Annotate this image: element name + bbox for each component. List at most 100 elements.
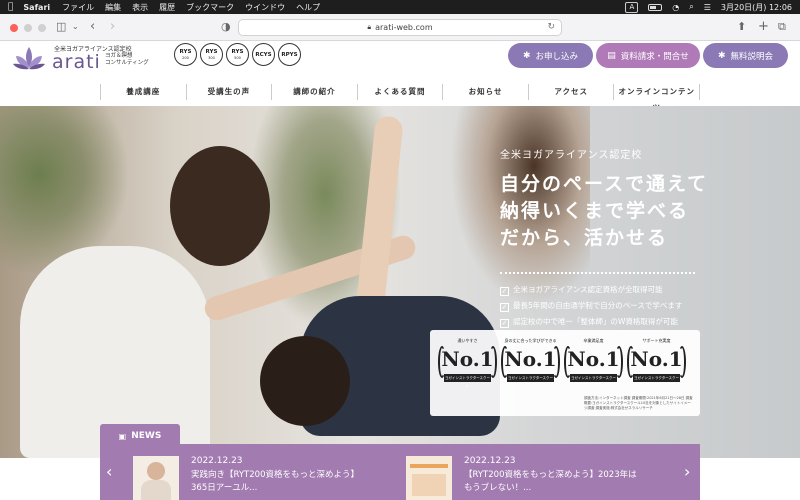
menubar-status-area: A ◔ ⌕ ☰ 3月20日(月) 12:06 <box>625 1 792 13</box>
award-ribbon: ヨガインストラクタースクール <box>444 374 491 388</box>
badge-code: RPYS <box>281 51 298 58</box>
news-thumbnail[interactable] <box>406 456 452 500</box>
zoom-window-icon[interactable] <box>38 24 46 32</box>
new-tab-icon[interactable]: + <box>758 20 769 34</box>
hero-title-line3: だから、活かせる <box>500 227 669 249</box>
minimize-window-icon[interactable] <box>24 24 32 32</box>
nav-item-training-course[interactable]: 養成講座 <box>100 84 186 100</box>
tab-overview-icon[interactable]: ⧉ <box>778 20 786 34</box>
address-bar[interactable]: 🔒︎ arati-web.com ↻ <box>238 19 562 36</box>
close-window-icon[interactable] <box>10 24 18 32</box>
input-mode-indicator[interactable]: A <box>625 1 639 13</box>
news-thumbnail[interactable] <box>133 456 179 500</box>
hero-title-line2: 納得いくまで学べる <box>500 200 690 222</box>
menubar-clock[interactable]: 3月20日(月) 12:06 <box>721 2 792 13</box>
request-materials-button[interactable]: ▤ 資料請求・問合せ <box>596 43 700 68</box>
news-card-icon: ▣ <box>118 431 127 441</box>
battery-icon[interactable] <box>648 3 663 11</box>
menu-view[interactable]: 表示 <box>132 2 148 13</box>
feature-text: 最長5年間の自由通学制で自分のペースで学べます <box>513 301 683 310</box>
award-ribbon: ヨガインストラクタースクール <box>507 374 554 388</box>
macos-menu-bar:  Safari ファイル 編集 表示 履歴 ブックマーク ウインドウ ヘルプ … <box>0 0 800 14</box>
forward-icon[interactable]: › <box>110 20 115 34</box>
logo-wordmark[interactable]: arati <box>52 51 101 73</box>
checkbox-check-icon: ✓ <box>500 287 509 296</box>
share-icon[interactable]: ⬆ <box>737 20 746 34</box>
document-icon: ▤ <box>607 50 616 61</box>
news-title[interactable]: 【RYT200資格をもっと深めよう】2023年はもうブレない！... <box>464 469 642 495</box>
carousel-next-icon[interactable]: › <box>684 462 690 481</box>
sidebar-toggle-icon[interactable]: ◫ <box>56 20 66 34</box>
site-header: 全米ヨガアライアンス認定校 arati ヨガ＆瞑想 コンサルティング RYS 20… <box>0 42 800 112</box>
news-date: 2022.12.23 <box>191 456 243 466</box>
hero-section: 全米ヨガアライアンス認定校 自分のペースで通えて 納得いくまで学べる だから、活… <box>0 106 800 458</box>
nav-item-online-content[interactable]: オンラインコンテンツ <box>613 84 701 112</box>
gear-icon: ✱ <box>717 50 726 61</box>
hero-feature-list: ✓ 全米ヨガアライアンス認定資格が全取得可能 ✓ 最長5年間の自由通学制で自分のペー… <box>500 282 708 330</box>
app-menu-safari[interactable]: Safari <box>23 3 50 12</box>
news-title[interactable]: 実践向き【RYT200資格をもっと深めよう】365日アーユル... <box>191 469 369 495</box>
awards-list: 通いやすさ No.1 ヨガインストラクタースクール 身の丈に合った学びができる … <box>438 338 686 396</box>
apple-menu-icon[interactable]:  <box>8 2 13 12</box>
window-controls <box>10 24 46 32</box>
control-center-icon[interactable]: ☰ <box>704 3 711 12</box>
nav-item-student-voices[interactable]: 受講生の声 <box>185 84 272 100</box>
award-ribbon: ヨガインストラクタースクール <box>570 374 617 388</box>
apply-button-label: お申し込み <box>535 51 579 62</box>
menu-edit[interactable]: 編集 <box>105 2 121 13</box>
news-item[interactable]: 2022.12.23 【RYT200資格をもっと深めよう】2023年はもうブレな… <box>406 456 642 500</box>
news-carousel: ‹ 2022.12.23 実践向き【RYT200資格をもっと深めよう】365日ア… <box>100 444 700 500</box>
badge-sub: 500 <box>234 55 241 60</box>
free-seminar-button[interactable]: ✱ 無料説明会 <box>703 43 788 68</box>
news-label: NEWS <box>131 431 162 441</box>
url-text: arati-web.com <box>375 23 433 32</box>
hero-text-block: 全米ヨガアライアンス認定校 自分のペースで通えて 納得いくまで学べる だから、活… <box>500 146 708 330</box>
badge-rpys: RPYS <box>278 43 301 66</box>
back-icon[interactable]: ‹ <box>90 20 95 34</box>
nav-item-faq[interactable]: よくある質問 <box>356 84 443 100</box>
news-item[interactable]: 2022.12.23 実践向き【RYT200資格をもっと深めよう】365日アーユ… <box>133 456 369 500</box>
reload-icon[interactable]: ↻ <box>547 22 555 32</box>
badge-rys-500: RYS 500 <box>226 43 249 66</box>
news-date: 2022.12.23 <box>464 456 516 466</box>
nav-item-news[interactable]: お知らせ <box>442 84 528 100</box>
hero-photo-student-head <box>260 336 350 426</box>
spotlight-search-icon[interactable]: ⌕ <box>689 2 693 12</box>
logo-subtitle: ヨガ＆瞑想 コンサルティング <box>105 53 149 67</box>
logo-subtitle-line2: コンサルティング <box>105 60 149 66</box>
award-graduation-satisfaction: 卒業満足度 No.1 ヨガインストラクタースクール <box>564 338 623 396</box>
lotus-logo-icon[interactable] <box>12 44 46 72</box>
menu-bookmarks[interactable]: ブックマーク <box>186 2 234 13</box>
wifi-icon[interactable]: ◔ <box>672 3 679 12</box>
hero-photo-instructor-head <box>170 146 270 266</box>
award-survey-note: 調査方法:インターネット調査 調査期間:2021年6月21日〜28日 調査概要:… <box>584 396 693 410</box>
tab-group-chevron-icon[interactable]: ⌄ <box>72 20 79 34</box>
award-support: サポート充実度 No.1 ヨガインストラクタースクール <box>627 338 686 396</box>
logo-subtitle-line1: ヨガ＆瞑想 <box>105 53 133 59</box>
privacy-report-icon[interactable]: ◑ <box>221 20 231 34</box>
award-fit-learning: 身の丈に合った学びができる No.1 ヨガインストラクタースクール <box>501 338 560 396</box>
nav-item-instructors[interactable]: 講師の紹介 <box>271 84 357 100</box>
free-seminar-label: 無料説明会 <box>730 51 774 62</box>
feature-item: ✓ 最長5年間の自由通学制で自分のペースで学べます <box>500 298 708 314</box>
menu-history[interactable]: 履歴 <box>159 2 175 13</box>
feature-text: 認定校の中で唯一「整体師」のW資格取得が可能 <box>513 317 678 326</box>
main-navigation: 養成講座 受講生の声 講師の紹介 よくある質問 お知らせ アクセス オンラインコ… <box>100 84 701 112</box>
gear-icon: ✱ <box>522 50 531 61</box>
menu-window[interactable]: ウインドウ <box>245 2 285 13</box>
apply-button[interactable]: ✱ お申し込み <box>508 43 593 68</box>
feature-item: ✓ 全米ヨガアライアンス認定資格が全取得可能 <box>500 282 708 298</box>
menu-help[interactable]: ヘルプ <box>296 2 320 13</box>
feature-text: 全米ヨガアライアンス認定資格が全取得可能 <box>513 285 663 294</box>
nav-item-access[interactable]: アクセス <box>527 84 614 100</box>
badge-code: RCYS <box>255 51 272 58</box>
safari-toolbar: ◫ ⌄ ‹ › ◑ 🔒︎ arati-web.com ↻ ⬆ + ⧉ <box>0 14 800 41</box>
badge-rys-300: RYS 300 <box>200 43 223 66</box>
carousel-prev-icon[interactable]: ‹ <box>106 462 112 481</box>
hero-kicker: 全米ヨガアライアンス認定校 <box>500 150 643 161</box>
menu-file[interactable]: ファイル <box>62 2 94 13</box>
badge-rys-200: RYS 200 <box>174 43 197 66</box>
badge-rcys: RCYS <box>252 43 275 66</box>
feature-item: ✓ 認定校の中で唯一「整体師」のW資格取得が可能 <box>500 314 708 330</box>
request-materials-label: 資料請求・問合せ <box>620 51 689 62</box>
